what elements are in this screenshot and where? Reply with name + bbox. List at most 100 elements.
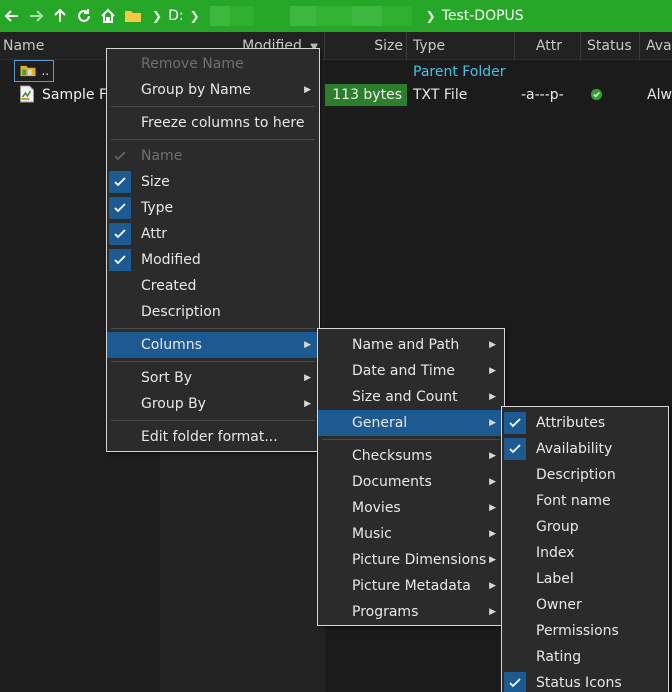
submenu-item-general[interactable]: General ▶ xyxy=(318,410,504,436)
submenu-arrow-icon: ▶ xyxy=(489,451,496,461)
submenu-item-picture-dimensions-label: Picture Dimensions xyxy=(352,552,487,568)
submenu-item-checksums[interactable]: Checksums ▶ xyxy=(318,443,504,469)
menu-item-edit-folder-format[interactable]: Edit folder format... xyxy=(107,424,319,450)
general-item-description[interactable]: Description xyxy=(502,462,668,488)
parent-folder-label: .. xyxy=(41,64,50,78)
sample-file-type-cell: TXT File xyxy=(413,87,468,103)
menu-item-group-by-name-label: Group by Name xyxy=(141,82,251,98)
submenu-item-programs-label: Programs xyxy=(352,604,419,620)
menu-item-remove-name[interactable]: Remove Name xyxy=(107,51,319,77)
column-context-menu: Remove Name Group by Name ▶ Freeze column… xyxy=(106,48,320,452)
breadcrumb-current-folder[interactable]: Test-DOPUS xyxy=(442,8,524,24)
column-header-status[interactable]: Status xyxy=(581,32,640,60)
folder-icon xyxy=(125,11,141,22)
general-item-group[interactable]: Group xyxy=(502,514,668,540)
general-item-index[interactable]: Index xyxy=(502,540,668,566)
submenu-arrow-icon: ▶ xyxy=(489,529,496,539)
submenu-item-picture-metadata-label: Picture Metadata xyxy=(352,578,471,594)
menu-separator xyxy=(111,328,315,329)
redacted-path-segment xyxy=(209,6,230,26)
up-arrow-icon xyxy=(54,8,66,22)
menu-item-column-attr[interactable]: Attr xyxy=(107,221,319,247)
menu-separator xyxy=(322,439,500,440)
column-header-attr[interactable]: Attr xyxy=(515,32,581,60)
submenu-item-name-and-path-label: Name and Path xyxy=(352,337,460,353)
up-button[interactable] xyxy=(48,0,72,32)
general-item-rating-label: Rating xyxy=(536,649,582,665)
breadcrumb-separator-icon: ❯ xyxy=(189,9,200,23)
submenu-item-picture-dimensions[interactable]: Picture Dimensions ▶ xyxy=(318,547,504,573)
column-header-type[interactable]: Type xyxy=(407,32,515,60)
general-item-font-name[interactable]: Font name xyxy=(502,488,668,514)
back-button[interactable] xyxy=(0,0,24,32)
back-arrow-icon xyxy=(4,10,18,22)
column-header-availability[interactable]: Ava xyxy=(640,32,672,60)
submenu-item-picture-metadata[interactable]: Picture Metadata ▶ xyxy=(318,573,504,599)
submenu-item-date-and-time-label: Date and Time xyxy=(352,363,455,379)
menu-item-column-name-label: Name xyxy=(141,148,183,164)
redacted-path-segment xyxy=(315,6,352,26)
menu-item-column-size[interactable]: Size xyxy=(107,169,319,195)
general-item-label-label: Label xyxy=(536,571,574,587)
general-item-status-icons[interactable]: Status Icons xyxy=(502,670,668,692)
refresh-button[interactable] xyxy=(72,0,96,32)
parent-folder-name-cell[interactable]: .. xyxy=(14,60,54,82)
submenu-item-date-and-time[interactable]: Date and Time ▶ xyxy=(318,358,504,384)
folder-icon-button[interactable] xyxy=(120,0,146,32)
menu-item-freeze-columns[interactable]: Freeze columns to here xyxy=(107,110,319,136)
home-button[interactable] xyxy=(96,0,120,32)
submenu-item-music[interactable]: Music ▶ xyxy=(318,521,504,547)
sample-file-status-cell xyxy=(590,84,603,106)
breadcrumb-separator-icon: ❯ xyxy=(152,9,163,23)
menu-separator xyxy=(111,420,315,421)
checkmark-icon xyxy=(504,438,526,460)
submenu-arrow-icon: ▶ xyxy=(489,581,496,591)
menu-item-column-name[interactable]: Name xyxy=(107,143,319,169)
submenu-item-movies[interactable]: Movies ▶ xyxy=(318,495,504,521)
general-item-attributes[interactable]: Attributes xyxy=(502,410,668,436)
menu-item-column-type[interactable]: Type xyxy=(107,195,319,221)
column-header-name-label: Name xyxy=(3,38,45,54)
sample-file-name-cell[interactable]: Sample Fi xyxy=(42,84,110,106)
menu-item-column-modified[interactable]: Modified xyxy=(107,247,319,273)
submenu-arrow-icon: ▶ xyxy=(304,85,311,95)
column-header-attr-label: Attr xyxy=(535,38,562,54)
menu-item-column-created[interactable]: Created xyxy=(107,273,319,299)
general-item-rating[interactable]: Rating xyxy=(502,644,668,670)
submenu-item-checksums-label: Checksums xyxy=(352,448,433,464)
general-item-availability[interactable]: Availability xyxy=(502,436,668,462)
menu-item-group-by-name[interactable]: Group by Name ▶ xyxy=(107,77,319,103)
menu-item-group-by-label: Group By xyxy=(141,396,206,412)
column-header-type-label: Type xyxy=(413,38,446,54)
submenu-arrow-icon: ▶ xyxy=(489,418,496,428)
column-header-size-label: Size xyxy=(374,38,403,54)
menu-item-columns[interactable]: Columns ▶ xyxy=(107,332,319,358)
breadcrumb-drive[interactable]: D: xyxy=(168,8,184,24)
submenu-item-name-and-path[interactable]: Name and Path ▶ xyxy=(318,332,504,358)
path-bar: ❯ D: ❯ ❯ Test-DOPUS xyxy=(0,0,672,32)
submenu-arrow-icon: ▶ xyxy=(489,607,496,617)
submenu-item-documents[interactable]: Documents ▶ xyxy=(318,469,504,495)
general-item-label[interactable]: Label xyxy=(502,566,668,592)
redacted-path-segment xyxy=(351,6,382,26)
general-item-owner[interactable]: Owner xyxy=(502,592,668,618)
menu-item-sort-by[interactable]: Sort By ▶ xyxy=(107,365,319,391)
submenu-item-programs[interactable]: Programs ▶ xyxy=(318,599,504,625)
menu-item-column-attr-label: Attr xyxy=(141,226,168,242)
forward-button[interactable] xyxy=(24,0,48,32)
breadcrumb-separator-icon: ❯ xyxy=(425,9,436,23)
menu-item-group-by[interactable]: Group By ▶ xyxy=(107,391,319,417)
parent-folder-icon xyxy=(20,65,36,77)
general-item-owner-label: Owner xyxy=(536,597,582,613)
general-item-permissions[interactable]: Permissions xyxy=(502,618,668,644)
menu-item-column-size-label: Size xyxy=(141,174,170,190)
checkmark-icon xyxy=(109,197,131,219)
submenu-arrow-icon: ▶ xyxy=(304,373,311,383)
column-header-size[interactable]: Size xyxy=(325,32,407,60)
menu-item-column-type-label: Type xyxy=(141,200,174,216)
columns-submenu: Name and Path ▶ Date and Time ▶ Size and C… xyxy=(317,328,505,626)
menu-item-column-description[interactable]: Description xyxy=(107,299,319,325)
submenu-item-size-and-count[interactable]: Size and Count ▶ xyxy=(318,384,504,410)
column-header-bar: Name Modified ▼ Size Type Attr Status Av… xyxy=(0,32,672,60)
menu-item-edit-folder-format-label: Edit folder format... xyxy=(141,429,278,445)
